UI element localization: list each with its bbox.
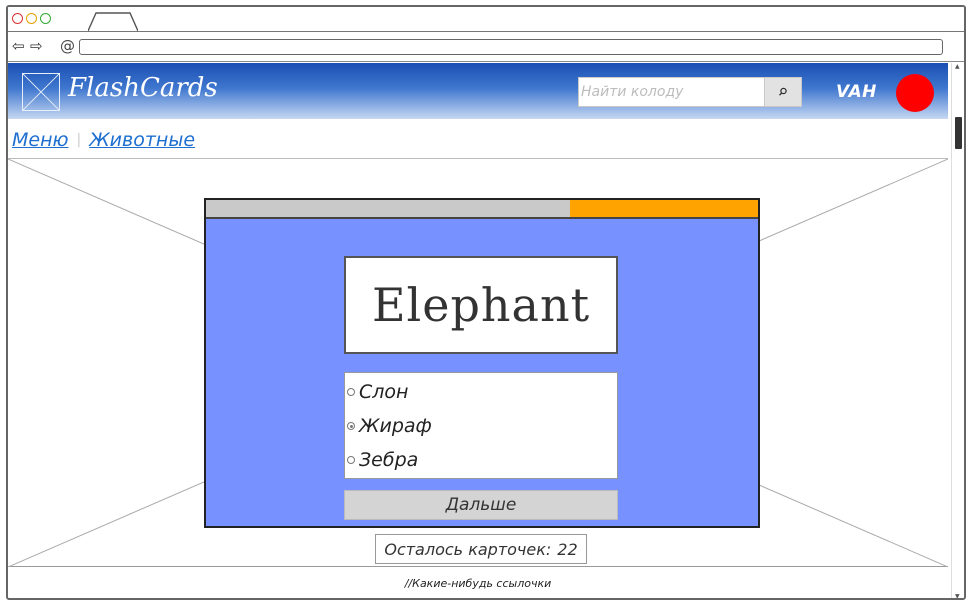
- maximize-window-button[interactable]: [40, 13, 51, 24]
- scroll-down-icon[interactable]: ▼: [955, 593, 960, 598]
- user-name[interactable]: VAH: [836, 80, 877, 104]
- radio-button[interactable]: [347, 422, 355, 430]
- forward-arrow-icon[interactable]: ⇨: [30, 36, 43, 56]
- answer-option-label: Жираф: [359, 415, 432, 437]
- title-bar: [8, 7, 964, 32]
- progress-bar: [206, 200, 758, 219]
- flashcard: Elephant Слон Жираф Зебра Дальше: [204, 198, 760, 528]
- back-arrow-icon[interactable]: ⇦: [12, 36, 25, 56]
- breadcrumb-item-menu[interactable]: Меню: [12, 129, 69, 151]
- url-bar[interactable]: [79, 39, 943, 55]
- answer-option[interactable]: Жираф: [345, 409, 617, 443]
- breadcrumb-item-animals[interactable]: Животные: [89, 129, 195, 151]
- scroll-up-icon[interactable]: ▲: [955, 63, 960, 70]
- at-icon: @: [60, 37, 75, 55]
- cards-remaining-label: Осталось карточек:: [384, 539, 552, 559]
- logo-placeholder-icon: [22, 73, 60, 111]
- browser-window: ⇦ ⇨ @ FlashCards VAH ▲ ▼ Меню | Животные: [6, 5, 966, 600]
- breadcrumb-separator: |: [76, 132, 82, 148]
- browser-nav-bar: ⇦ ⇨ @: [8, 32, 964, 62]
- scrollbar-thumb[interactable]: [955, 117, 962, 149]
- answer-option-label: Зебра: [359, 449, 419, 471]
- radio-button[interactable]: [347, 388, 355, 396]
- app-header: FlashCards VAH: [8, 63, 948, 119]
- answer-option[interactable]: Слон: [345, 375, 617, 409]
- deck-search-input[interactable]: [578, 77, 764, 107]
- answer-option-label: Слон: [359, 381, 409, 403]
- footer-links[interactable]: //Какие-нибудь ссылочки: [8, 568, 948, 598]
- minimize-window-button[interactable]: [26, 13, 37, 24]
- breadcrumb: Меню | Животные: [12, 123, 195, 157]
- cards-remaining-counter: Осталось карточек: 22: [375, 534, 587, 564]
- browser-tab[interactable]: [88, 11, 138, 32]
- vertical-scrollbar[interactable]: ▲ ▼: [951, 63, 964, 598]
- search-icon: [778, 87, 787, 96]
- search-button[interactable]: [764, 77, 802, 107]
- cards-remaining-count: 22: [557, 539, 578, 559]
- avatar[interactable]: [896, 74, 934, 112]
- app-title[interactable]: FlashCards: [68, 71, 218, 105]
- next-button[interactable]: Дальше: [344, 490, 618, 520]
- progress-fill: [570, 200, 758, 217]
- close-window-button[interactable]: [12, 13, 23, 24]
- answer-option[interactable]: Зебра: [345, 443, 617, 477]
- radio-button[interactable]: [347, 456, 355, 464]
- word-box: Elephant: [344, 256, 618, 354]
- flashcard-word: Elephant: [371, 278, 591, 332]
- answer-options: Слон Жираф Зебра: [344, 372, 618, 479]
